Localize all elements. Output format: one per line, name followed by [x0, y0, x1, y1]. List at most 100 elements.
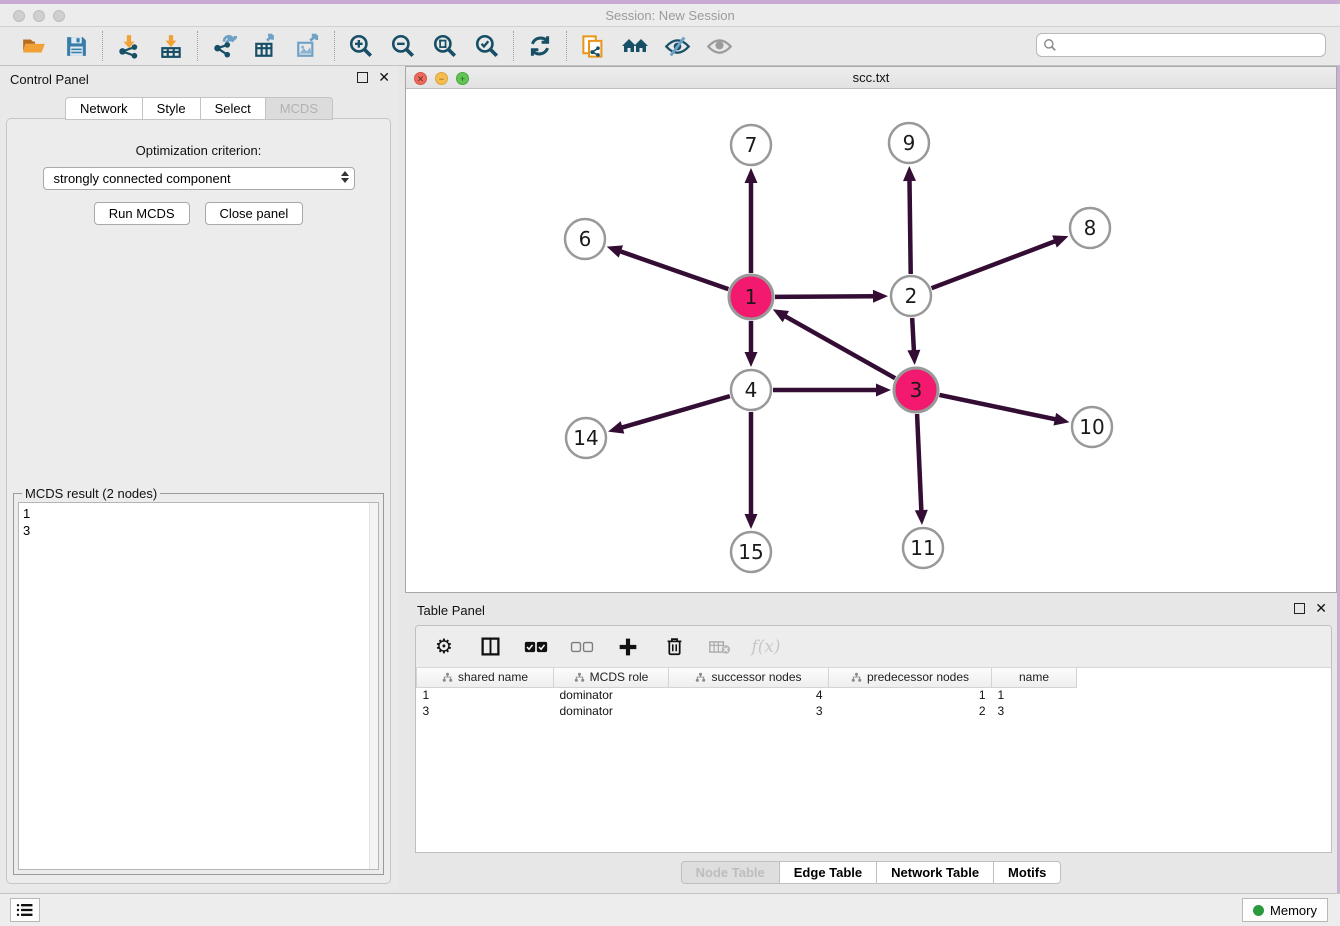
import-network-icon [116, 33, 142, 59]
close-panel-icon[interactable]: ✕ [378, 72, 390, 83]
select-all-button[interactable] [524, 635, 548, 659]
function-builder-button[interactable]: f(x) [754, 635, 778, 659]
graph-edge[interactable] [909, 179, 910, 274]
graph-edge[interactable] [939, 395, 1056, 420]
tab-edge-table[interactable]: Edge Table [780, 861, 877, 884]
export-image-icon [295, 33, 321, 59]
tab-mcds[interactable]: MCDS [266, 97, 333, 120]
import-network-button[interactable] [115, 32, 143, 60]
tab-select[interactable]: Select [201, 97, 266, 120]
delete-table-button[interactable] [708, 635, 732, 659]
mcds-result-text[interactable]: 1 3 [18, 502, 379, 870]
zoom-fit-icon [432, 33, 458, 59]
graph-edge-arrowhead [876, 384, 891, 397]
tab-network-table[interactable]: Network Table [877, 861, 994, 884]
close-panel-button[interactable]: Close panel [205, 202, 304, 225]
control-panel-tabs: Network Style Select MCDS [0, 97, 398, 120]
export-network-button[interactable] [210, 32, 238, 60]
export-image-button[interactable] [294, 32, 322, 60]
result-line: 1 [23, 505, 374, 522]
tab-style[interactable]: Style [143, 97, 201, 120]
mcds-result-title: MCDS result (2 nodes) [22, 486, 160, 501]
add-column-button[interactable] [616, 635, 640, 659]
optimization-criterion-label: Optimization criterion: [7, 143, 390, 158]
float-panel-icon[interactable] [357, 72, 368, 83]
task-history-button[interactable] [10, 898, 40, 922]
table-panel: Table Panel ✕ ⚙ f(x) shared name MCDS ro… [405, 597, 1337, 890]
network-graph: 7968124314101511 [406, 89, 1336, 592]
split-view-button[interactable] [478, 635, 502, 659]
home-button[interactable] [621, 32, 649, 60]
refresh-icon [527, 33, 553, 59]
show-panels-button[interactable] [705, 32, 733, 60]
deselect-all-button[interactable] [570, 635, 594, 659]
column-type-icon [442, 672, 453, 683]
column-header-shared-name[interactable]: shared name [417, 668, 554, 687]
status-bar: Memory [0, 893, 1340, 926]
column-header-mcds-role[interactable]: MCDS role [554, 668, 669, 687]
zoom-out-button[interactable] [389, 32, 417, 60]
graph-edge-arrowhead [607, 245, 623, 257]
column-header-successor-nodes[interactable]: successor nodes [669, 668, 829, 687]
open-session-button[interactable] [20, 32, 48, 60]
eye-slash-icon [664, 33, 691, 60]
tab-motifs[interactable]: Motifs [994, 861, 1061, 884]
delete-table-icon [709, 639, 731, 655]
graph-edge[interactable] [621, 396, 730, 428]
table-settings-button[interactable]: ⚙ [432, 635, 456, 659]
table-row[interactable]: 1 dominator 4 1 1 [417, 687, 1077, 703]
memory-status-icon [1253, 905, 1264, 916]
tab-network[interactable]: Network [65, 97, 143, 120]
float-table-panel-icon[interactable] [1294, 603, 1305, 614]
dropdown-stepper-icon [341, 171, 349, 183]
refresh-button[interactable] [526, 32, 554, 60]
graph-edge[interactable] [917, 414, 921, 512]
zoom-in-icon [348, 33, 374, 59]
trash-icon [665, 636, 684, 657]
graph-node-label: 15 [738, 540, 763, 564]
table-row[interactable]: 3 dominator 3 2 3 [417, 703, 1077, 719]
zoom-in-button[interactable] [347, 32, 375, 60]
graph-node-label: 4 [745, 378, 758, 402]
graph-edge-arrowhead [873, 290, 888, 303]
graph-edge[interactable] [619, 251, 728, 289]
export-network-icon [211, 33, 237, 59]
delete-column-button[interactable] [662, 635, 686, 659]
node-table-container: ⚙ f(x) shared name MCDS role successor n… [415, 625, 1332, 853]
table-panel-title: Table Panel [417, 603, 485, 618]
close-table-panel-icon[interactable]: ✕ [1315, 603, 1327, 614]
search-input[interactable] [1061, 38, 1319, 52]
search-box[interactable] [1036, 33, 1326, 57]
hide-panels-button[interactable] [663, 32, 691, 60]
column-type-icon [574, 672, 585, 683]
save-icon [64, 34, 89, 59]
duplicate-network-button[interactable] [579, 32, 607, 60]
graph-edge[interactable] [932, 241, 1057, 288]
graph-node-label: 11 [910, 536, 935, 560]
column-header-predecessor-nodes[interactable]: predecessor nodes [829, 668, 992, 687]
result-scrollbar[interactable] [369, 503, 378, 869]
zoom-fit-button[interactable] [431, 32, 459, 60]
run-mcds-button[interactable]: Run MCDS [94, 202, 190, 225]
memory-button[interactable]: Memory [1242, 898, 1328, 922]
split-view-icon [480, 636, 501, 657]
graph-edge[interactable] [784, 316, 895, 379]
network-canvas[interactable]: 7968124314101511 [406, 89, 1336, 592]
graph-node-label: 9 [903, 131, 916, 155]
column-header-name[interactable]: name [992, 668, 1077, 687]
duplicate-network-icon [580, 33, 607, 60]
graph-node-label: 1 [745, 285, 758, 309]
import-table-icon [158, 33, 184, 59]
optimization-criterion-select[interactable]: strongly connected component [43, 167, 355, 190]
graph-edge[interactable] [912, 318, 914, 352]
save-session-button[interactable] [62, 32, 90, 60]
list-icon [16, 903, 34, 917]
control-panel-title: Control Panel [10, 72, 89, 87]
tab-node-table[interactable]: Node Table [681, 861, 780, 884]
graph-edge-arrowhead [745, 168, 758, 183]
graph-edge[interactable] [775, 296, 875, 297]
zoom-selected-button[interactable] [473, 32, 501, 60]
zoom-selected-icon [474, 33, 500, 59]
export-table-button[interactable] [252, 32, 280, 60]
import-table-button[interactable] [157, 32, 185, 60]
